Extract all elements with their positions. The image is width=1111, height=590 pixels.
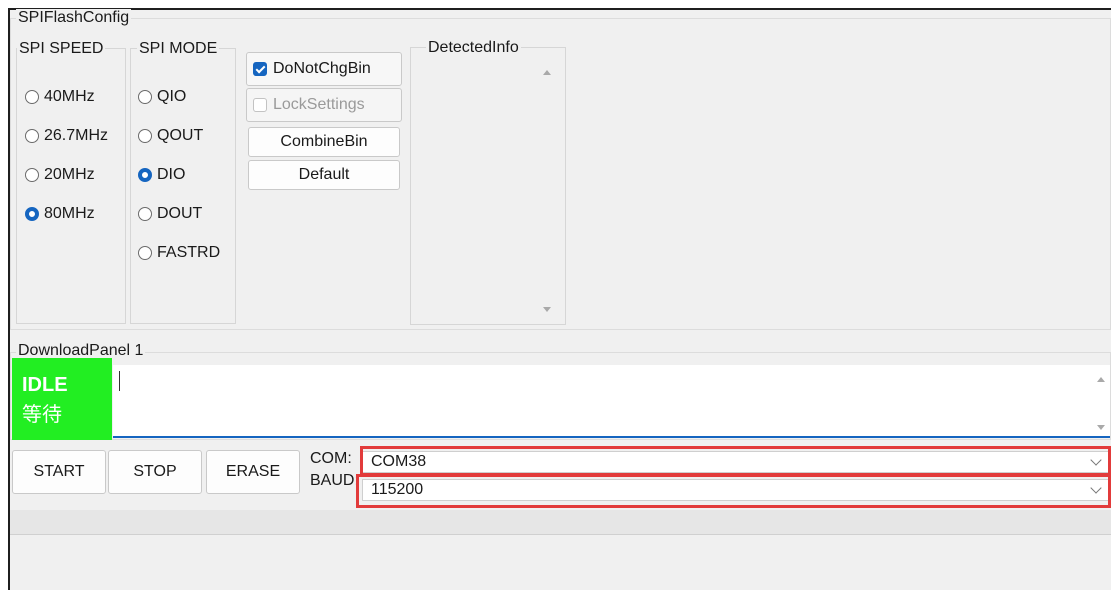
speed-option-26-7mhz[interactable]: 26.7MHz: [25, 123, 108, 149]
spi-flash-config-title: SPIFlashConfig: [16, 9, 132, 27]
checkbox-checked-icon: [253, 62, 267, 76]
radio-icon: [138, 129, 152, 143]
text-cursor: [119, 371, 120, 391]
radio-icon: [25, 90, 39, 104]
radio-icon: [138, 246, 152, 260]
speed-option-20mhz[interactable]: 20MHz: [25, 162, 95, 188]
status-indicator: IDLE 等待: [12, 358, 112, 440]
stop-button[interactable]: STOP: [108, 450, 202, 494]
mode-option-dout[interactable]: DOUT: [138, 201, 202, 227]
status-wait-text: 等待: [22, 404, 62, 426]
radio-icon: [25, 129, 39, 143]
scroll-up-icon[interactable]: [1097, 377, 1105, 382]
baud-label: BAUD:: [310, 472, 359, 489]
status-bar: [10, 510, 1111, 535]
mode-option-label: QOUT: [157, 127, 204, 144]
lock-settings-label: LockSettings: [273, 96, 365, 113]
scroll-down-icon[interactable]: [543, 307, 551, 312]
start-button[interactable]: START: [12, 450, 106, 494]
lock-settings-checkbox[interactable]: LockSettings: [246, 88, 402, 122]
erase-button[interactable]: ERASE: [206, 450, 300, 494]
default-button[interactable]: Default: [248, 160, 400, 190]
mode-option-label: DOUT: [157, 205, 203, 222]
detected-info-text: [420, 60, 535, 315]
detected-info-title: DetectedInfo: [426, 39, 521, 57]
baud-highlight-box: [356, 474, 1111, 508]
mode-option-label: QIO: [157, 88, 187, 105]
log-textarea[interactable]: [113, 365, 1110, 438]
scroll-up-icon[interactable]: [543, 70, 551, 75]
radio-icon: [25, 168, 39, 182]
radio-selected-icon: [138, 168, 152, 182]
mode-option-fastrd[interactable]: FASTRD: [138, 240, 220, 266]
mode-option-label: FASTRD: [157, 244, 221, 261]
spi-mode-title: SPI MODE: [137, 40, 220, 58]
speed-option-label: 26.7MHz: [44, 127, 109, 144]
scroll-down-icon[interactable]: [1097, 425, 1105, 430]
do-not-chg-bin-checkbox[interactable]: DoNotChgBin: [246, 52, 402, 86]
radio-icon: [138, 207, 152, 221]
speed-option-40mhz[interactable]: 40MHz: [25, 84, 95, 110]
radio-icon: [138, 90, 152, 104]
mode-option-dio[interactable]: DIO: [138, 162, 185, 188]
status-idle-text: IDLE: [22, 374, 68, 396]
radio-selected-icon: [25, 207, 39, 221]
speed-option-label: 80MHz: [44, 205, 95, 222]
speed-option-label: 20MHz: [44, 166, 95, 183]
detected-info-scrollbar[interactable]: [538, 58, 556, 320]
combine-bin-button[interactable]: CombineBin: [248, 127, 400, 157]
mode-option-qout[interactable]: QOUT: [138, 123, 203, 149]
app-window: SPIFlashConfig SPI SPEED 40MHz 26.7MHz 2…: [8, 8, 1111, 590]
speed-option-label: 40MHz: [44, 88, 95, 105]
mode-option-qio[interactable]: QIO: [138, 84, 186, 110]
checkbox-unchecked-icon: [253, 98, 267, 112]
mode-option-label: DIO: [157, 166, 186, 183]
speed-option-80mhz[interactable]: 80MHz: [25, 201, 95, 227]
spi-speed-title: SPI SPEED: [17, 40, 106, 58]
do-not-chg-bin-label: DoNotChgBin: [273, 60, 371, 77]
com-label: COM:: [310, 450, 352, 467]
com-highlight-box: [360, 446, 1111, 476]
